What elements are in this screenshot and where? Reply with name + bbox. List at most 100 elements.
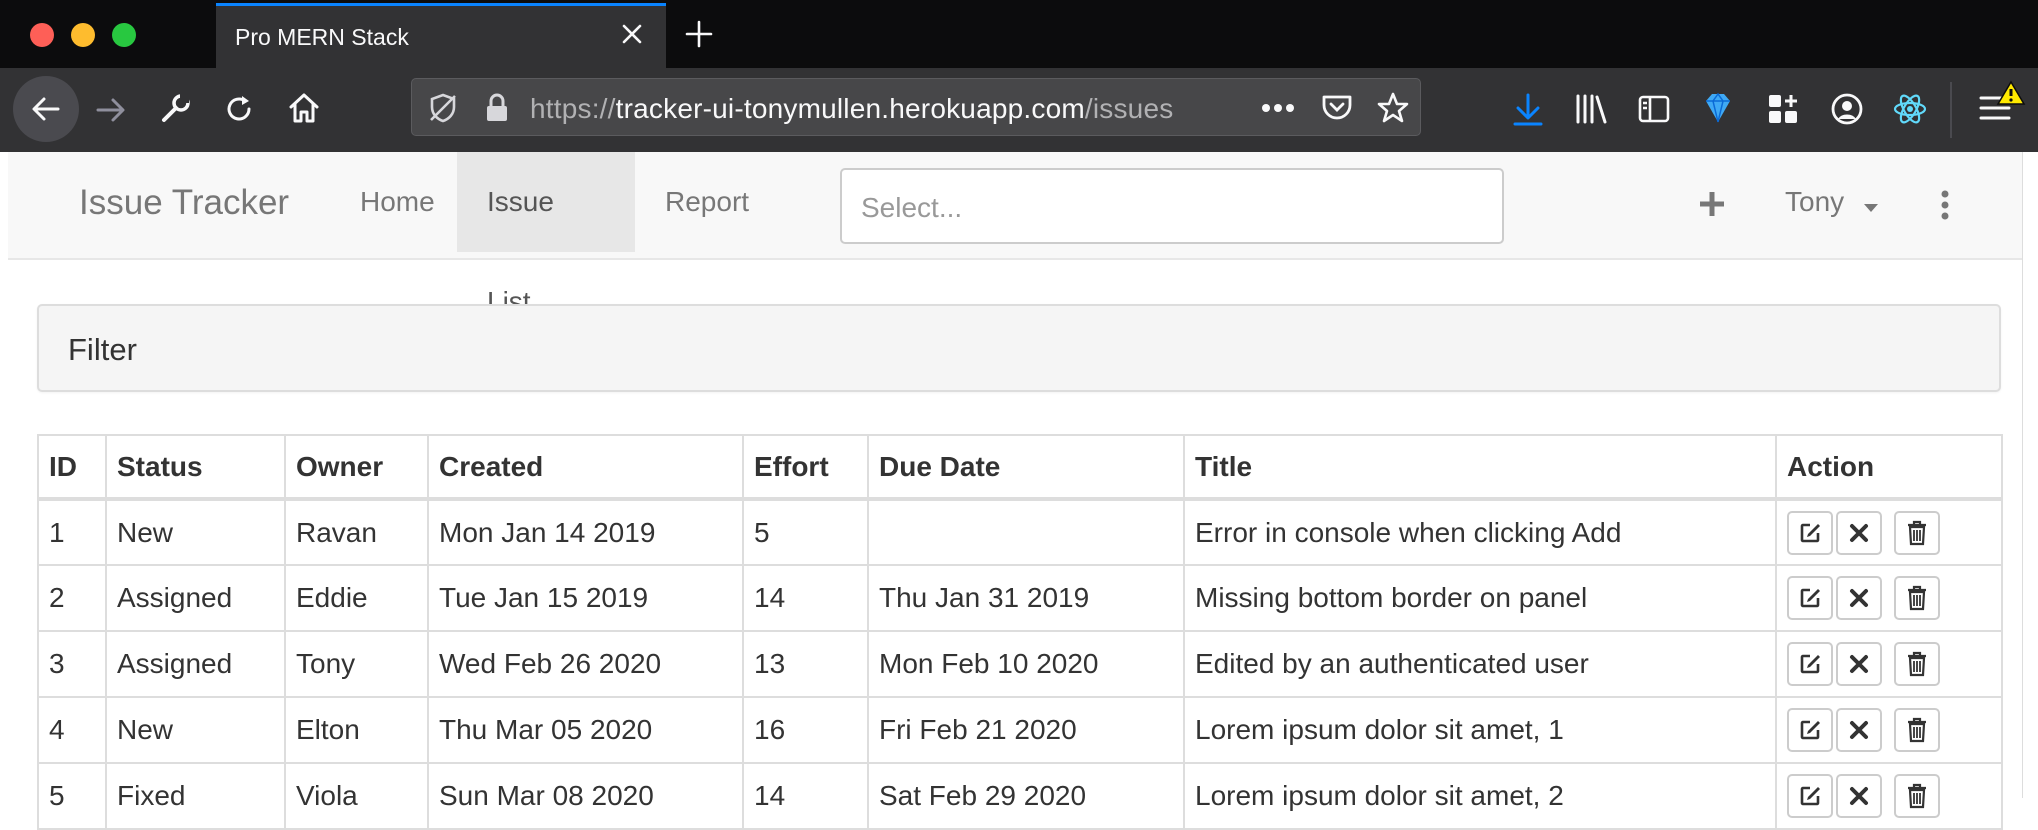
edit-button[interactable] bbox=[1787, 576, 1833, 620]
close-issue-button[interactable] bbox=[1836, 576, 1882, 620]
nav-issue-list[interactable]: Issue List bbox=[457, 152, 635, 317]
col-header-owner: Owner bbox=[284, 434, 429, 501]
cell-id[interactable]: 3 bbox=[37, 630, 107, 698]
delete-button[interactable] bbox=[1894, 708, 1940, 752]
cell-created: Wed Feb 26 2020 bbox=[427, 630, 744, 698]
sidebar-toggle-icon[interactable] bbox=[1637, 92, 1671, 126]
table-row: 2 Assigned Eddie Tue Jan 15 2019 14 Thu Jan 3… bbox=[37, 564, 2003, 632]
close-issue-button[interactable] bbox=[1836, 642, 1882, 686]
close-issue-button[interactable] bbox=[1836, 708, 1882, 752]
react-devtools-icon[interactable] bbox=[1892, 91, 1928, 127]
edit-button[interactable] bbox=[1787, 774, 1833, 818]
col-header-id: ID bbox=[37, 434, 107, 501]
cell-owner: Viola bbox=[284, 762, 429, 830]
back-button[interactable] bbox=[13, 76, 79, 142]
window-close-button[interactable] bbox=[30, 23, 54, 47]
extensions-grid-icon[interactable] bbox=[1766, 92, 1800, 126]
url-scheme: https:// bbox=[530, 93, 616, 124]
edit-button[interactable] bbox=[1787, 642, 1833, 686]
browser-toolbar: https://tracker-ui-tonymullen.herokuapp.… bbox=[0, 68, 2038, 152]
cell-action bbox=[1775, 498, 2003, 566]
filter-panel-title[interactable]: Filter bbox=[68, 332, 137, 368]
col-header-title: Title bbox=[1183, 434, 1777, 501]
cell-action bbox=[1775, 696, 2003, 764]
app-brand[interactable]: Issue Tracker bbox=[79, 183, 289, 223]
download-icon[interactable] bbox=[1512, 92, 1544, 128]
cell-created: Tue Jan 15 2019 bbox=[427, 564, 744, 632]
cell-effort: 16 bbox=[742, 696, 869, 764]
bookmark-star-icon[interactable] bbox=[1376, 91, 1410, 125]
cell-due: Thu Jan 31 2019 bbox=[867, 564, 1185, 632]
cell-effort: 5 bbox=[742, 498, 869, 566]
cell-owner: Ravan bbox=[284, 498, 429, 566]
tracking-protection-icon[interactable] bbox=[427, 92, 459, 124]
issue-table: ID Status Owner Created Effort Due Date … bbox=[37, 434, 2003, 830]
tab-close-icon[interactable] bbox=[616, 18, 648, 50]
table-header-row: ID Status Owner Created Effort Due Date … bbox=[37, 434, 2003, 501]
chevron-down-icon[interactable] bbox=[1863, 200, 1879, 218]
cell-owner: Tony bbox=[284, 630, 429, 698]
table-row: 3 Assigned Tony Wed Feb 26 2020 13 Mon Feb 10… bbox=[37, 630, 2003, 698]
cell-status: Assigned bbox=[105, 630, 286, 698]
account-icon[interactable] bbox=[1830, 92, 1864, 126]
edit-button[interactable] bbox=[1787, 708, 1833, 752]
url-text[interactable]: https://tracker-ui-tonymullen.herokuapp.… bbox=[530, 93, 1173, 125]
cell-action bbox=[1775, 630, 2003, 698]
close-issue-button[interactable] bbox=[1836, 774, 1882, 818]
col-header-due-date: Due Date bbox=[867, 434, 1185, 501]
cell-due: Mon Feb 10 2020 bbox=[867, 630, 1185, 698]
cell-due bbox=[867, 498, 1185, 566]
cell-id[interactable]: 1 bbox=[37, 498, 107, 566]
filter-panel[interactable]: Filter bbox=[37, 304, 2001, 392]
cell-title: Lorem ipsum dolor sit amet, 2 bbox=[1183, 762, 1777, 830]
nav-home[interactable]: Home bbox=[330, 152, 465, 252]
pocket-icon[interactable] bbox=[1320, 91, 1354, 125]
cell-owner: Elton bbox=[284, 696, 429, 764]
kebab-menu-icon[interactable] bbox=[1940, 190, 1950, 225]
cell-id[interactable]: 5 bbox=[37, 762, 107, 830]
browser-tab-active[interactable]: Pro MERN Stack bbox=[216, 3, 666, 68]
col-header-effort: Effort bbox=[742, 434, 869, 501]
address-bar[interactable]: https://tracker-ui-tonymullen.herokuapp.… bbox=[411, 78, 1421, 136]
cell-title: Missing bottom border on panel bbox=[1183, 564, 1777, 632]
forward-arrow-icon[interactable] bbox=[94, 94, 128, 126]
app-navbar: Issue Tracker Home Issue List Report Sel… bbox=[8, 152, 2022, 317]
delete-button[interactable] bbox=[1894, 510, 1940, 555]
arrow-left-icon bbox=[32, 97, 60, 121]
home-icon[interactable] bbox=[286, 90, 322, 126]
search-placeholder: Select... bbox=[861, 192, 963, 223]
col-header-created: Created bbox=[427, 434, 744, 501]
issue-search-select[interactable]: Select... bbox=[840, 168, 1504, 244]
edit-button[interactable] bbox=[1787, 510, 1833, 555]
new-tab-icon[interactable] bbox=[683, 18, 715, 50]
add-issue-icon[interactable] bbox=[1698, 190, 1726, 223]
wrench-icon[interactable] bbox=[158, 92, 192, 126]
delete-button[interactable] bbox=[1894, 774, 1940, 818]
delete-button[interactable] bbox=[1894, 576, 1940, 620]
cell-id[interactable]: 2 bbox=[37, 564, 107, 632]
col-header-action: Action bbox=[1775, 434, 2003, 501]
cell-action bbox=[1775, 564, 2003, 632]
cell-title: Error in console when clicking Add bbox=[1183, 498, 1777, 566]
delete-button[interactable] bbox=[1894, 642, 1940, 686]
cell-owner: Eddie bbox=[284, 564, 429, 632]
tab-title: Pro MERN Stack bbox=[235, 24, 409, 50]
close-issue-button[interactable] bbox=[1836, 510, 1882, 555]
user-menu-label[interactable]: Tony bbox=[1785, 186, 1844, 218]
nav-report[interactable]: Report bbox=[635, 152, 779, 252]
col-header-status: Status bbox=[105, 434, 286, 501]
lock-icon[interactable] bbox=[484, 92, 510, 124]
cell-due: Sat Feb 29 2020 bbox=[867, 762, 1185, 830]
warning-icon bbox=[1996, 80, 2026, 106]
table-row: 5 Fixed Viola Sun Mar 08 2020 14 Sat Feb 29 2… bbox=[37, 762, 2003, 830]
library-icon[interactable] bbox=[1574, 92, 1610, 126]
reload-icon[interactable] bbox=[222, 92, 256, 126]
window-minimize-button[interactable] bbox=[71, 23, 95, 47]
window-maximize-button[interactable] bbox=[112, 23, 136, 47]
gem-extension-icon[interactable] bbox=[1702, 91, 1734, 125]
cell-effort: 13 bbox=[742, 630, 869, 698]
more-actions-icon[interactable] bbox=[1261, 103, 1295, 113]
cell-created: Sun Mar 08 2020 bbox=[427, 762, 744, 830]
cell-id[interactable]: 4 bbox=[37, 696, 107, 764]
toolbar-separator bbox=[1950, 82, 1952, 138]
